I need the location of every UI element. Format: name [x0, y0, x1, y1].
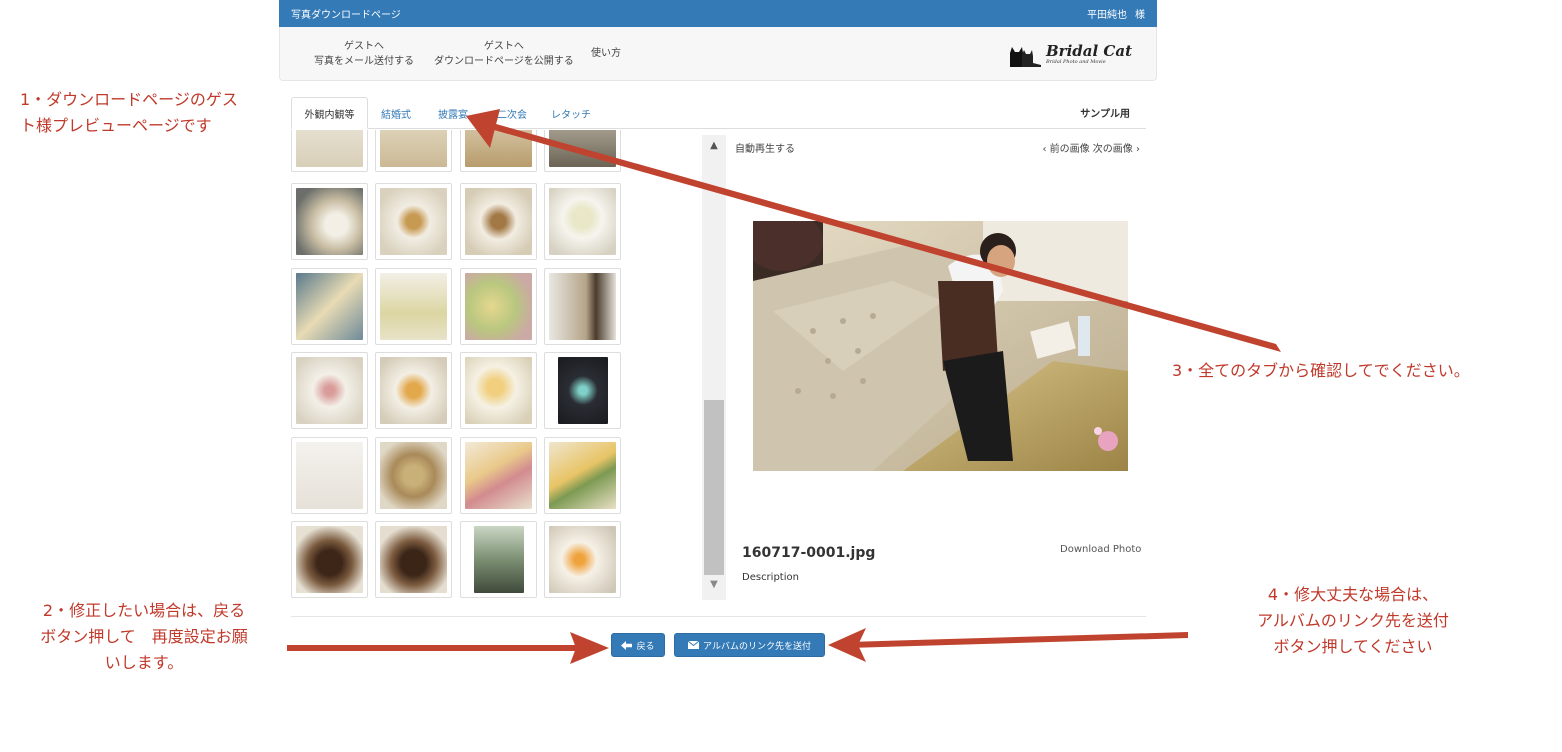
annotation-1-line1: 1・ダウンロードページのゲス — [20, 90, 238, 109]
annotation-4-line3: ボタン押してください — [1273, 637, 1433, 656]
screenshot-root: 写真ダウンロードページ 平田純也 様 ゲストへ 写真をメール送付する ゲストへ … — [0, 0, 1562, 752]
annotation-2-line3: いします。 — [104, 653, 184, 672]
annotation-2: 2・修正したい場合は、戻る ボタン押して 再度設定お願 いします。 — [24, 598, 264, 676]
annotation-4-line1: 4・修大丈夫な場合は、 — [1267, 585, 1439, 604]
annotation-3: 3・全てのタブから確認してでください。 — [1172, 358, 1470, 384]
annotation-4-line2: アルバムのリンク先を送付 — [1257, 611, 1449, 630]
annotation-2-line1: 2・修正したい場合は、戻る — [42, 601, 246, 620]
annotation-3-line1: 3・全てのタブから確認してでください。 — [1172, 361, 1470, 380]
annotation-4: 4・修大丈夫な場合は、 アルバムのリンク先を送付 ボタン押してください — [1238, 582, 1468, 660]
annotation-2-line2: ボタン押して 再度設定お願 — [40, 627, 248, 646]
annotation-1: 1・ダウンロードページのゲス ト様プレビューページです — [20, 87, 238, 139]
annotation-1-line2: ト様プレビューページです — [20, 116, 212, 135]
